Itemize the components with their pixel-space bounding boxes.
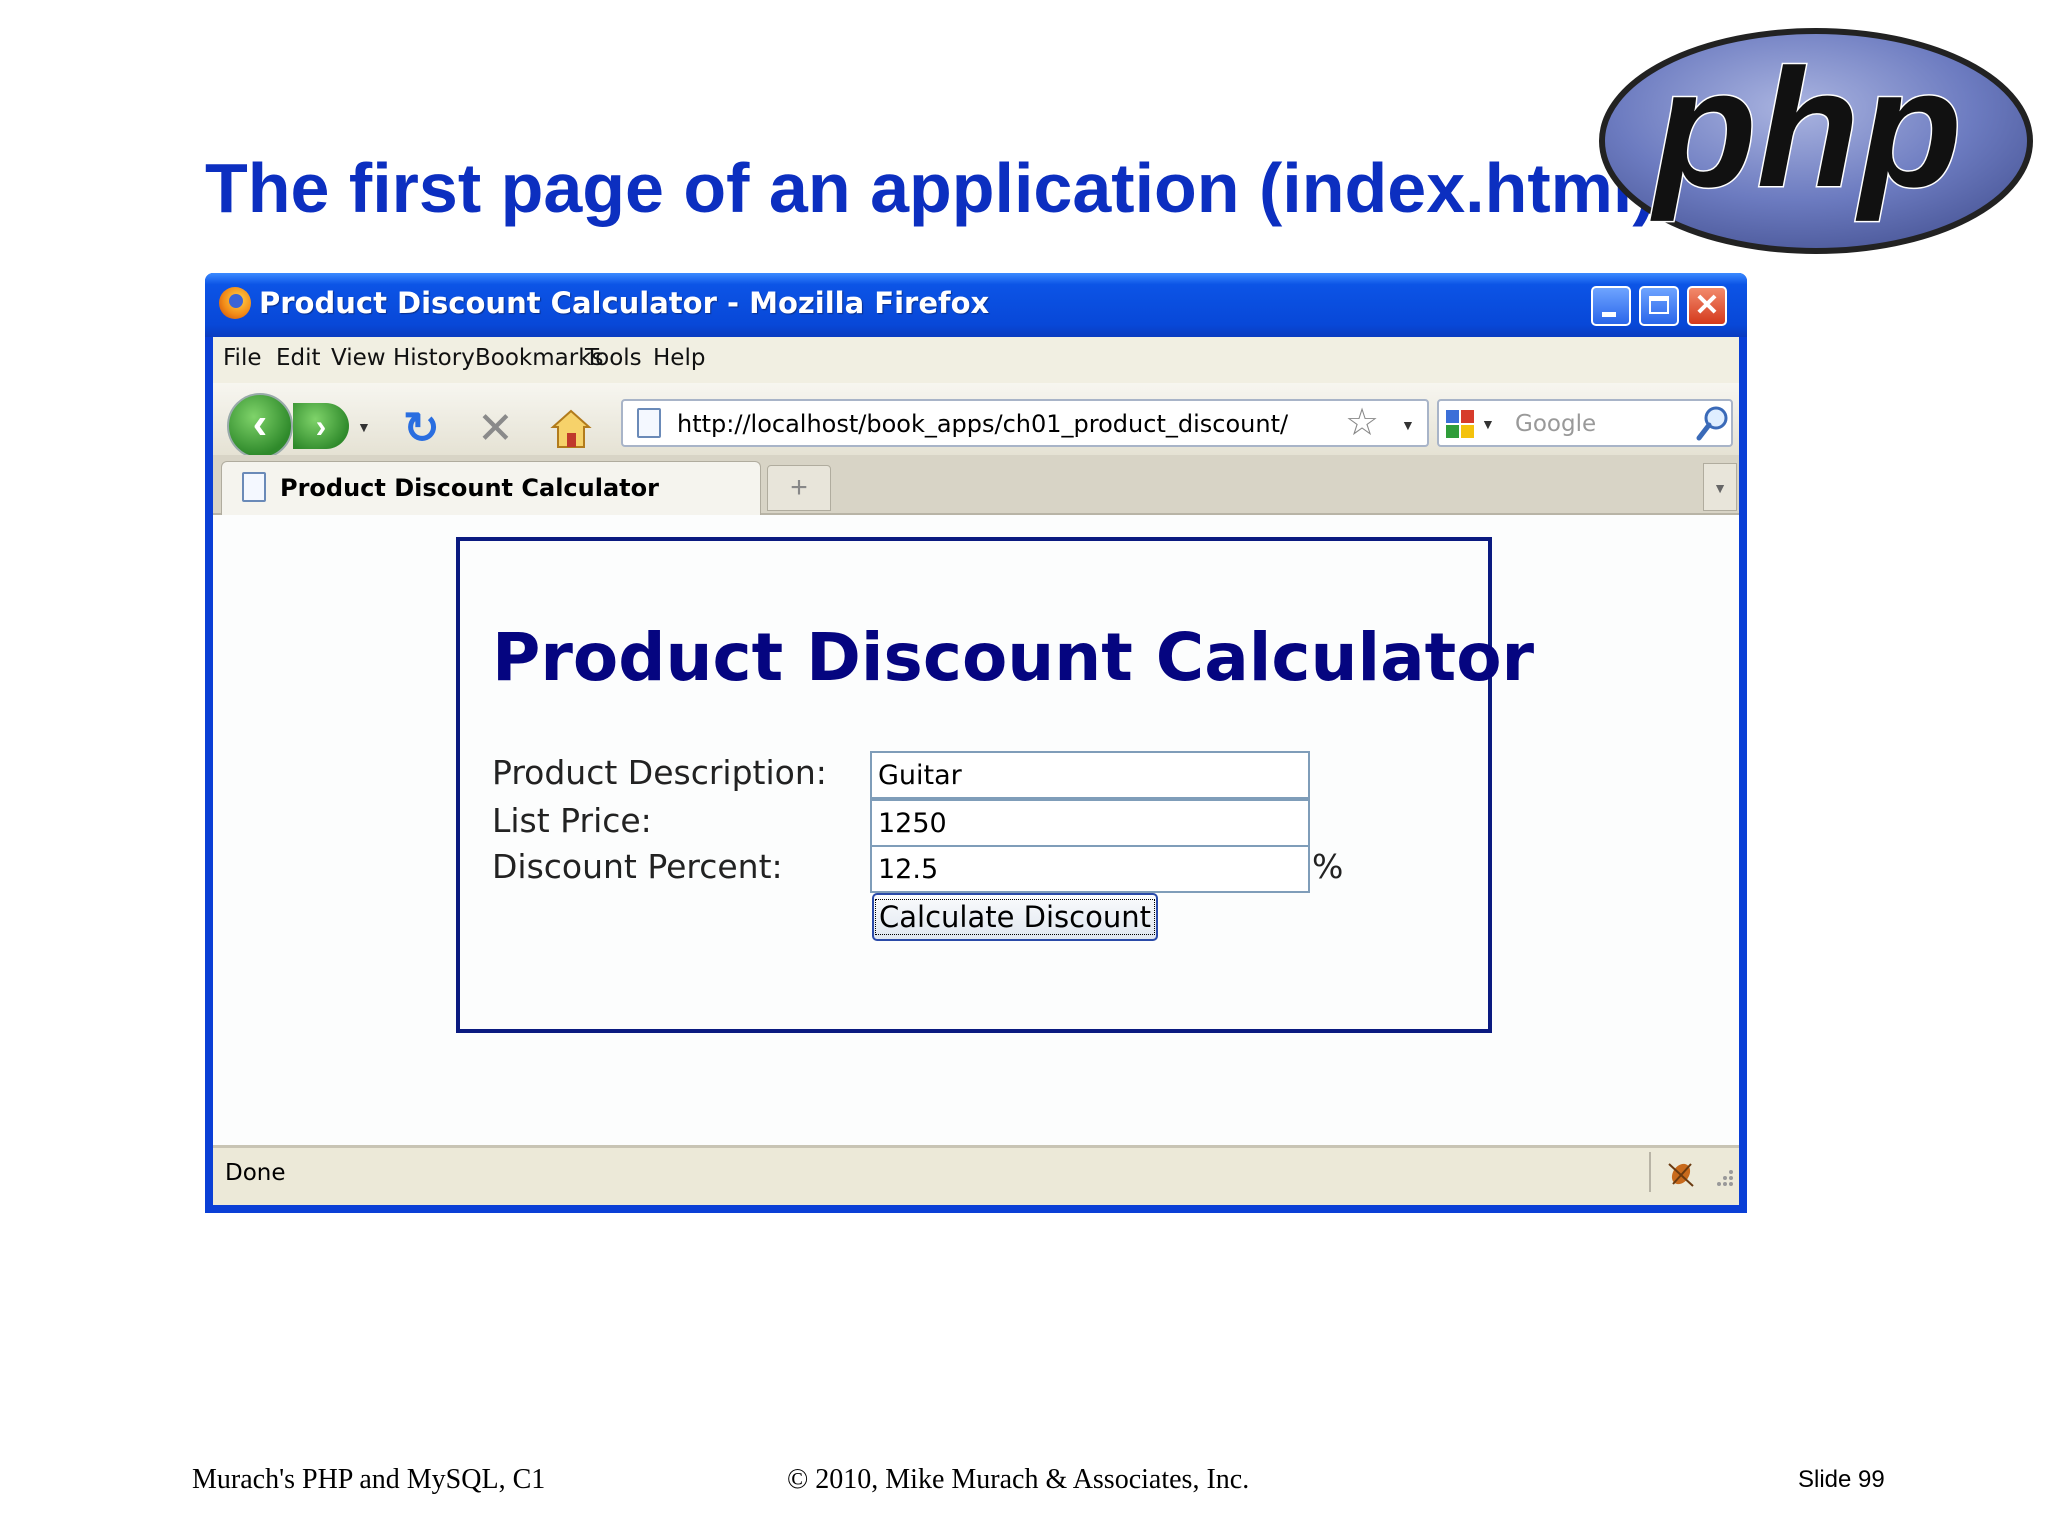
php-logo: php <box>1599 28 2033 254</box>
footer-book-title: Murach's PHP and MySQL, C1 <box>192 1464 546 1495</box>
window-title: Product Discount Calculator - Mozilla Fi… <box>259 286 990 320</box>
php-logo-text: php <box>1650 34 1962 222</box>
maximize-button[interactable] <box>1639 286 1679 326</box>
status-separator <box>1649 1152 1651 1192</box>
menu-history[interactable]: History <box>393 345 475 371</box>
discount-percent-label: Discount Percent: <box>492 847 783 886</box>
tab-label: Product Discount Calculator <box>280 474 659 502</box>
product-description-input[interactable] <box>870 751 1310 799</box>
resize-grip-icon[interactable] <box>1713 1166 1735 1188</box>
close-button[interactable]: ✕ <box>1687 286 1727 326</box>
discount-percent-input[interactable] <box>870 845 1310 893</box>
calculate-discount-button[interactable]: Calculate Discount <box>872 893 1158 941</box>
firefox-icon <box>219 287 251 319</box>
back-button[interactable]: ‹ <box>227 393 293 459</box>
page-icon <box>242 472 266 502</box>
list-price-input[interactable] <box>870 799 1310 847</box>
forward-button[interactable]: › <box>293 403 349 449</box>
tab-bar: Product Discount Calculator + ▼ <box>213 455 1739 515</box>
bookmark-star-icon[interactable]: ☆ <box>1345 403 1379 443</box>
stop-icon[interactable]: ✕ <box>477 407 514 451</box>
footer-copyright: © 2010, Mike Murach & Associates, Inc. <box>787 1464 1250 1495</box>
menu-view[interactable]: View <box>331 345 386 371</box>
menu-file[interactable]: File <box>223 345 262 371</box>
menu-bar: File Edit View History Bookmarks Tools H… <box>213 337 1739 383</box>
search-input[interactable]: Google <box>1515 411 1596 437</box>
minimize-button[interactable] <box>1591 286 1631 326</box>
status-text: Done <box>225 1160 286 1186</box>
product-description-label: Product Description: <box>492 753 827 792</box>
bug-icon[interactable] <box>1663 1154 1699 1190</box>
browser-window: Product Discount Calculator - Mozilla Fi… <box>205 273 1747 1213</box>
title-bar[interactable]: Product Discount Calculator - Mozilla Fi… <box>205 273 1747 337</box>
magnifier-icon[interactable] <box>1695 405 1729 443</box>
new-tab-button[interactable]: + <box>767 465 831 511</box>
history-dropdown-icon[interactable]: ▼ <box>357 419 371 435</box>
url-dropdown-icon[interactable]: ▼ <box>1401 417 1415 433</box>
google-icon[interactable] <box>1445 409 1475 439</box>
search-engine-dropdown-icon[interactable]: ▼ <box>1481 416 1495 432</box>
page-content: Product Discount Calculator Product Desc… <box>213 515 1739 1145</box>
search-bar[interactable]: ▼ Google <box>1437 399 1733 447</box>
back-arrow-icon: ‹ <box>252 399 268 448</box>
navigation-toolbar: › ‹ ▼ ↻ ✕ http://localhost/book_apps/ch0… <box>213 383 1739 459</box>
list-price-label: List Price: <box>492 801 652 840</box>
calculate-discount-label: Calculate Discount <box>875 899 1155 935</box>
calculator-panel: Product Discount Calculator Product Desc… <box>456 537 1534 1033</box>
reload-icon[interactable]: ↻ <box>403 407 440 451</box>
url-input[interactable]: http://localhost/book_apps/ch01_product_… <box>677 410 1288 438</box>
browser-client: File Edit View History Bookmarks Tools H… <box>213 337 1739 1205</box>
tab-list-button[interactable]: ▼ <box>1703 463 1737 511</box>
page-heading: Product Discount Calculator <box>492 619 1535 696</box>
status-bar: Done <box>213 1145 1739 1197</box>
close-icon: ✕ <box>1694 289 1720 322</box>
percent-suffix: % <box>1312 847 1344 886</box>
url-bar[interactable]: http://localhost/book_apps/ch01_product_… <box>621 399 1429 447</box>
tab-product-discount-calculator[interactable]: Product Discount Calculator <box>221 461 761 515</box>
slide-title: The first page of an application (index.… <box>205 149 1656 227</box>
footer-slide-number: Slide 99 <box>1798 1466 1885 1493</box>
forward-arrow-icon: › <box>315 408 327 444</box>
page-icon <box>637 408 661 438</box>
home-icon[interactable] <box>549 407 593 451</box>
menu-edit[interactable]: Edit <box>276 345 321 371</box>
menu-tools[interactable]: Tools <box>585 345 642 371</box>
menu-help[interactable]: Help <box>653 345 705 371</box>
